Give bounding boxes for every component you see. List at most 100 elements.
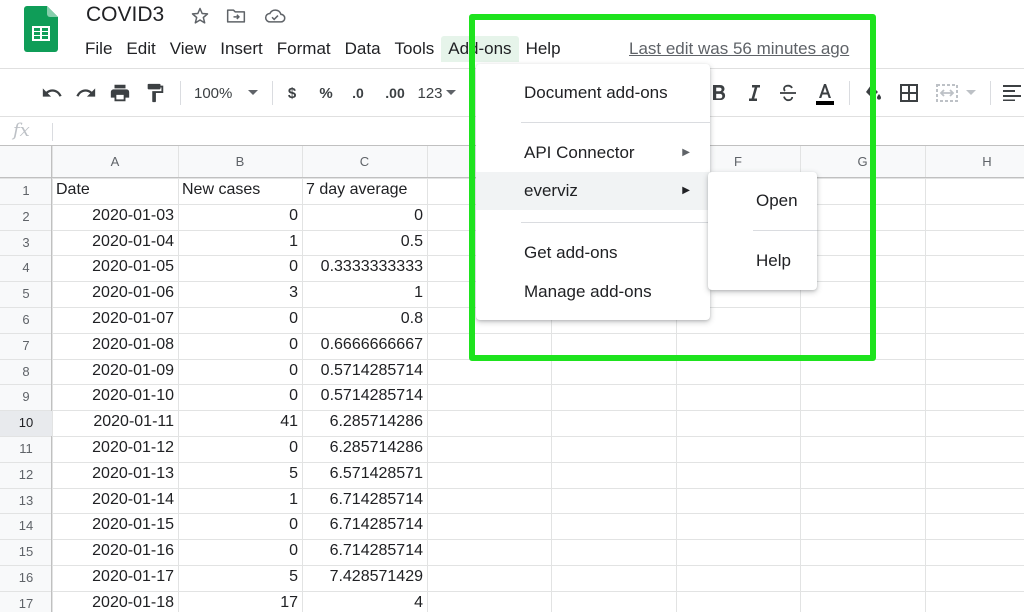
cell-b17[interactable]: 17 bbox=[178, 594, 302, 612]
cell-a7[interactable]: 2020-01-08 bbox=[52, 336, 178, 360]
currency-format-button[interactable]: $ bbox=[284, 81, 300, 105]
increase-decimals-button[interactable]: .00 bbox=[382, 81, 408, 105]
menu-item-document-addons[interactable]: Document add-ons bbox=[476, 74, 710, 112]
cell-c14[interactable]: 6.714285714 bbox=[302, 516, 427, 540]
row-header[interactable]: 3 bbox=[0, 231, 52, 256]
column-header[interactable]: C bbox=[302, 146, 427, 178]
percent-format-button[interactable]: % bbox=[318, 81, 334, 105]
column-header[interactable]: G bbox=[800, 146, 925, 178]
strikethrough-icon[interactable] bbox=[777, 81, 799, 105]
zoom-select[interactable]: 100% bbox=[194, 81, 240, 105]
cloud-saved-icon[interactable] bbox=[264, 6, 286, 26]
row-header[interactable]: 17 bbox=[0, 592, 52, 612]
redo-icon[interactable] bbox=[74, 81, 98, 105]
row-header[interactable]: 5 bbox=[0, 282, 52, 307]
column-header[interactable]: A bbox=[52, 146, 178, 178]
row-header[interactable]: 15 bbox=[0, 540, 52, 565]
cell-b7[interactable]: 0 bbox=[178, 336, 302, 360]
row-header[interactable]: 6 bbox=[0, 308, 52, 333]
row-header[interactable]: 14 bbox=[0, 514, 52, 539]
cell-c11[interactable]: 6.285714286 bbox=[302, 439, 427, 463]
cell-c17[interactable]: 4 bbox=[302, 594, 427, 612]
cell-c13[interactable]: 6.714285714 bbox=[302, 491, 427, 515]
last-edit-link[interactable]: Last edit was 56 minutes ago bbox=[629, 39, 849, 59]
cell-a9[interactable]: 2020-01-10 bbox=[52, 387, 178, 411]
row-header[interactable]: 11 bbox=[0, 437, 52, 462]
italic-icon[interactable] bbox=[743, 81, 765, 105]
menu-item-get-addons[interactable]: Get add-ons bbox=[476, 234, 710, 272]
cell-b8[interactable]: 0 bbox=[178, 362, 302, 386]
text-color-icon[interactable] bbox=[812, 81, 838, 105]
cell-b9[interactable]: 0 bbox=[178, 387, 302, 411]
cell-b6[interactable]: 0 bbox=[178, 310, 302, 334]
row-header[interactable]: 13 bbox=[0, 489, 52, 514]
cell-c10[interactable]: 6.285714286 bbox=[302, 413, 427, 437]
star-icon[interactable] bbox=[190, 6, 210, 26]
row-header[interactable]: 16 bbox=[0, 566, 52, 591]
cell-b10[interactable]: 41 bbox=[178, 413, 302, 437]
merge-dropdown-icon[interactable] bbox=[964, 81, 978, 105]
cell-b15[interactable]: 0 bbox=[178, 542, 302, 566]
cell-a17[interactable]: 2020-01-18 bbox=[52, 594, 178, 612]
cell-c8[interactable]: 0.5714285714 bbox=[302, 362, 427, 386]
menu-tools[interactable]: Tools bbox=[388, 36, 442, 62]
cell-a4[interactable]: 2020-01-05 bbox=[52, 258, 178, 282]
row-header[interactable]: 9 bbox=[0, 385, 52, 410]
cell-c12[interactable]: 6.571428571 bbox=[302, 465, 427, 489]
cell-a12[interactable]: 2020-01-13 bbox=[52, 465, 178, 489]
submenu-item-open[interactable]: Open bbox=[708, 182, 817, 220]
menu-item-everviz[interactable]: everviz ▶ bbox=[476, 172, 710, 210]
menu-help[interactable]: Help bbox=[519, 36, 568, 62]
menu-addons[interactable]: Add-ons bbox=[441, 36, 519, 62]
move-to-folder-icon[interactable] bbox=[226, 6, 246, 26]
cell-b16[interactable]: 5 bbox=[178, 568, 302, 592]
cell-a11[interactable]: 2020-01-12 bbox=[52, 439, 178, 463]
cell-c5[interactable]: 1 bbox=[302, 284, 427, 308]
cell-a2[interactable]: 2020-01-03 bbox=[52, 207, 178, 231]
cell-a10[interactable]: 2020-01-11 bbox=[52, 413, 178, 437]
cell-a15[interactable]: 2020-01-16 bbox=[52, 542, 178, 566]
cell-a16[interactable]: 2020-01-17 bbox=[52, 568, 178, 592]
print-icon[interactable] bbox=[108, 81, 132, 105]
cell-c2[interactable]: 0 bbox=[302, 207, 427, 231]
sheets-logo-icon[interactable] bbox=[24, 6, 58, 52]
undo-icon[interactable] bbox=[40, 81, 64, 105]
more-formats-button[interactable]: 123 bbox=[416, 81, 444, 105]
paint-format-icon[interactable] bbox=[143, 81, 167, 105]
row-header[interactable]: 1 bbox=[0, 179, 52, 204]
merge-cells-icon[interactable] bbox=[934, 81, 960, 105]
menu-file[interactable]: File bbox=[78, 36, 119, 62]
menu-item-api-connector[interactable]: API Connector ▶ bbox=[476, 134, 710, 172]
column-header[interactable]: B bbox=[178, 146, 302, 178]
row-header[interactable]: 7 bbox=[0, 334, 52, 359]
cell-c7[interactable]: 0.6666666667 bbox=[302, 336, 427, 360]
cell-b14[interactable]: 0 bbox=[178, 516, 302, 540]
cell-a8[interactable]: 2020-01-09 bbox=[52, 362, 178, 386]
cell-a3[interactable]: 2020-01-04 bbox=[52, 233, 178, 257]
cell-c9[interactable]: 0.5714285714 bbox=[302, 387, 427, 411]
cell-c6[interactable]: 0.8 bbox=[302, 310, 427, 334]
cell-a13[interactable]: 2020-01-14 bbox=[52, 491, 178, 515]
row-header[interactable]: 10 bbox=[0, 411, 52, 436]
cell-c15[interactable]: 6.714285714 bbox=[302, 542, 427, 566]
zoom-dropdown-icon[interactable] bbox=[245, 81, 261, 105]
cell-b1[interactable]: New cases bbox=[178, 181, 302, 205]
menu-format[interactable]: Format bbox=[270, 36, 338, 62]
cell-b13[interactable]: 1 bbox=[178, 491, 302, 515]
menu-item-manage-addons[interactable]: Manage add-ons bbox=[476, 273, 710, 311]
fill-color-icon[interactable] bbox=[862, 81, 884, 105]
submenu-item-help[interactable]: Help bbox=[708, 242, 817, 280]
row-header[interactable]: 4 bbox=[0, 256, 52, 281]
column-header[interactable]: H bbox=[925, 146, 1024, 178]
cell-b2[interactable]: 0 bbox=[178, 207, 302, 231]
row-header[interactable]: 8 bbox=[0, 360, 52, 385]
decrease-decimals-button[interactable]: .0 bbox=[346, 81, 370, 105]
cell-b11[interactable]: 0 bbox=[178, 439, 302, 463]
menu-data[interactable]: Data bbox=[338, 36, 388, 62]
cell-b4[interactable]: 0 bbox=[178, 258, 302, 282]
cell-b5[interactable]: 3 bbox=[178, 284, 302, 308]
borders-icon[interactable] bbox=[898, 81, 920, 105]
cell-a6[interactable]: 2020-01-07 bbox=[52, 310, 178, 334]
cell-b3[interactable]: 1 bbox=[178, 233, 302, 257]
cell-b12[interactable]: 5 bbox=[178, 465, 302, 489]
